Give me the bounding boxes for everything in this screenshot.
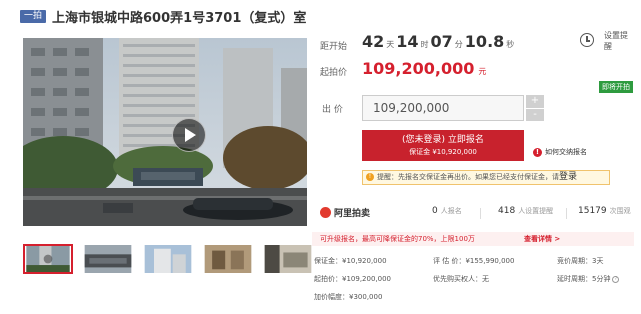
warning-icon: ! [366, 173, 374, 181]
stat-reminders-label: 人设置提醒 [518, 207, 554, 215]
divider [566, 208, 567, 219]
start-price-unit: 元 [478, 67, 487, 76]
thumbnail-strip [23, 244, 313, 274]
stat-views: 15179 次围观 [578, 206, 631, 216]
page-title-row: 一拍 上海市银城中路600弄1号3701（复式）室 [20, 7, 307, 26]
countdown-minutes-unit: 分 [454, 40, 463, 49]
view-details-link[interactable]: 查看详情 > [524, 232, 560, 246]
bid-input[interactable]: 109,200,000 [362, 95, 524, 121]
alarm-clock-icon [580, 33, 594, 47]
play-video-button[interactable] [172, 118, 206, 152]
countdown-timer: 42 天 14 时 07 分 10.8 秒 [362, 32, 516, 51]
login-tip: ! 提醒：先报名交保证金再出价。如果您已经支付保证金，请登录 [362, 170, 610, 185]
stat-reminders: 418 人设置提醒 [498, 206, 553, 216]
bid-stepper: + - [526, 95, 544, 121]
stat-registered: 0 人报名 [432, 206, 462, 216]
brand-name: 阿里拍卖 [334, 209, 371, 219]
info-priority-label: 优先购买权人 [433, 275, 475, 283]
info-start-price: 起拍价：¥109,200,000 [314, 275, 391, 283]
info-delay-label: 延时周期：5分钟 [557, 275, 611, 283]
start-price-value: 109,200,000 [362, 59, 475, 78]
bid-label: 出 价 [322, 105, 343, 115]
brand-logo: 阿里拍卖 [320, 206, 370, 219]
countdown-minutes: 07 [430, 32, 453, 51]
start-price: 109,200,000 元 [362, 59, 486, 78]
set-reminder-button[interactable]: 设置提醒 [580, 30, 630, 54]
thumbnail-1[interactable] [23, 244, 73, 274]
bid-decrease-button[interactable]: - [526, 108, 544, 121]
info-priority: 优先购买权人：无 [433, 274, 489, 284]
info-icon: ! [533, 147, 542, 157]
countdown-hours: 14 [396, 32, 419, 51]
register-button[interactable]: (您未登录) 立即报名 保证金 ¥10,920,000 [362, 130, 524, 161]
info-increment: 加价幅度：¥300,000 [314, 293, 383, 301]
stat-registered-label: 人报名 [440, 207, 462, 215]
register-button-label: (您未登录) 立即报名 [402, 135, 484, 145]
countdown-seconds: 10.8 [464, 32, 505, 51]
how-to-pay-label: 如何交纳报名 [545, 148, 587, 156]
bid-increase-button[interactable]: + [526, 95, 544, 108]
ali-auction-logo-icon [320, 207, 331, 218]
play-icon [185, 128, 196, 142]
auction-round-badge: 一拍 [20, 9, 47, 23]
info-delay: 延时周期：5分钟? [557, 274, 620, 284]
thumbnail-5[interactable] [263, 244, 313, 274]
countdown-days: 42 [362, 32, 385, 51]
thumbnail-2[interactable] [83, 244, 133, 274]
countdown-days-unit: 天 [386, 40, 395, 49]
thumbnail-3[interactable] [143, 244, 193, 274]
set-reminder-label: 设置提醒 [604, 31, 628, 51]
tip-text: 提醒：先报名交保证金再出价。如果您已经支付保证金，请 [377, 173, 559, 181]
info-priority-value: ：无 [475, 275, 489, 283]
stats-row: 阿里拍卖 0 人报名 418 人设置提醒 15179 次围观 [320, 206, 632, 222]
divider [480, 208, 481, 219]
help-icon[interactable]: ? [612, 275, 620, 283]
stat-registered-count: 0 [432, 206, 438, 216]
info-deposit: 保证金：¥10,920,000 [314, 257, 387, 265]
start-price-label: 起拍价 [320, 68, 348, 78]
notice-text: 可升级报名，最高可降保证金的70%，上限100万 [320, 235, 475, 243]
stat-views-label: 次围观 [609, 207, 631, 215]
stat-reminders-count: 418 [498, 206, 516, 216]
countdown-seconds-unit: 秒 [506, 40, 515, 49]
info-appraisal: 评 估 价：¥155,990,000 [433, 257, 515, 265]
info-period: 竞价周期：3天 [557, 257, 604, 265]
thumbnail-4[interactable] [203, 244, 253, 274]
how-to-pay-link[interactable]: ! 如何交纳报名 [533, 147, 587, 157]
deposit-upgrade-notice: 可升级报名，最高可降保证金的70%，上限100万 查看详情 > [312, 232, 634, 246]
countdown-hours-unit: 时 [420, 40, 429, 49]
main-property-image[interactable] [23, 38, 307, 226]
countdown-label: 距开始 [320, 42, 348, 52]
stat-views-count: 15179 [578, 206, 607, 216]
page-title: 上海市银城中路600弄1号3701（复式）室 [52, 10, 307, 26]
register-deposit-label: 保证金 ¥10,920,000 [409, 148, 477, 156]
status-badge: 即将开拍 [599, 81, 633, 93]
login-link[interactable]: 登录 [559, 172, 577, 182]
